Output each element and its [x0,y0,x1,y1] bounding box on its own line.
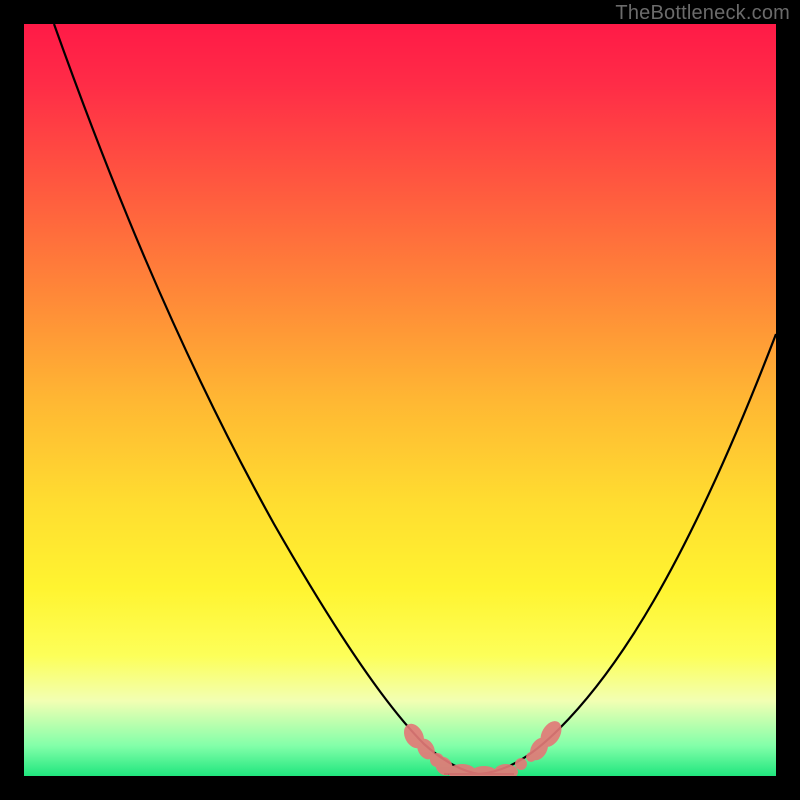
chart-plot-area [24,24,776,776]
right-curve [479,334,776,774]
watermark-text: TheBottleneck.com [615,2,790,25]
chart-frame: TheBottleneck.com [0,0,800,800]
left-curve [54,24,479,774]
chart-svg [24,24,776,776]
marker-cluster [400,717,566,776]
